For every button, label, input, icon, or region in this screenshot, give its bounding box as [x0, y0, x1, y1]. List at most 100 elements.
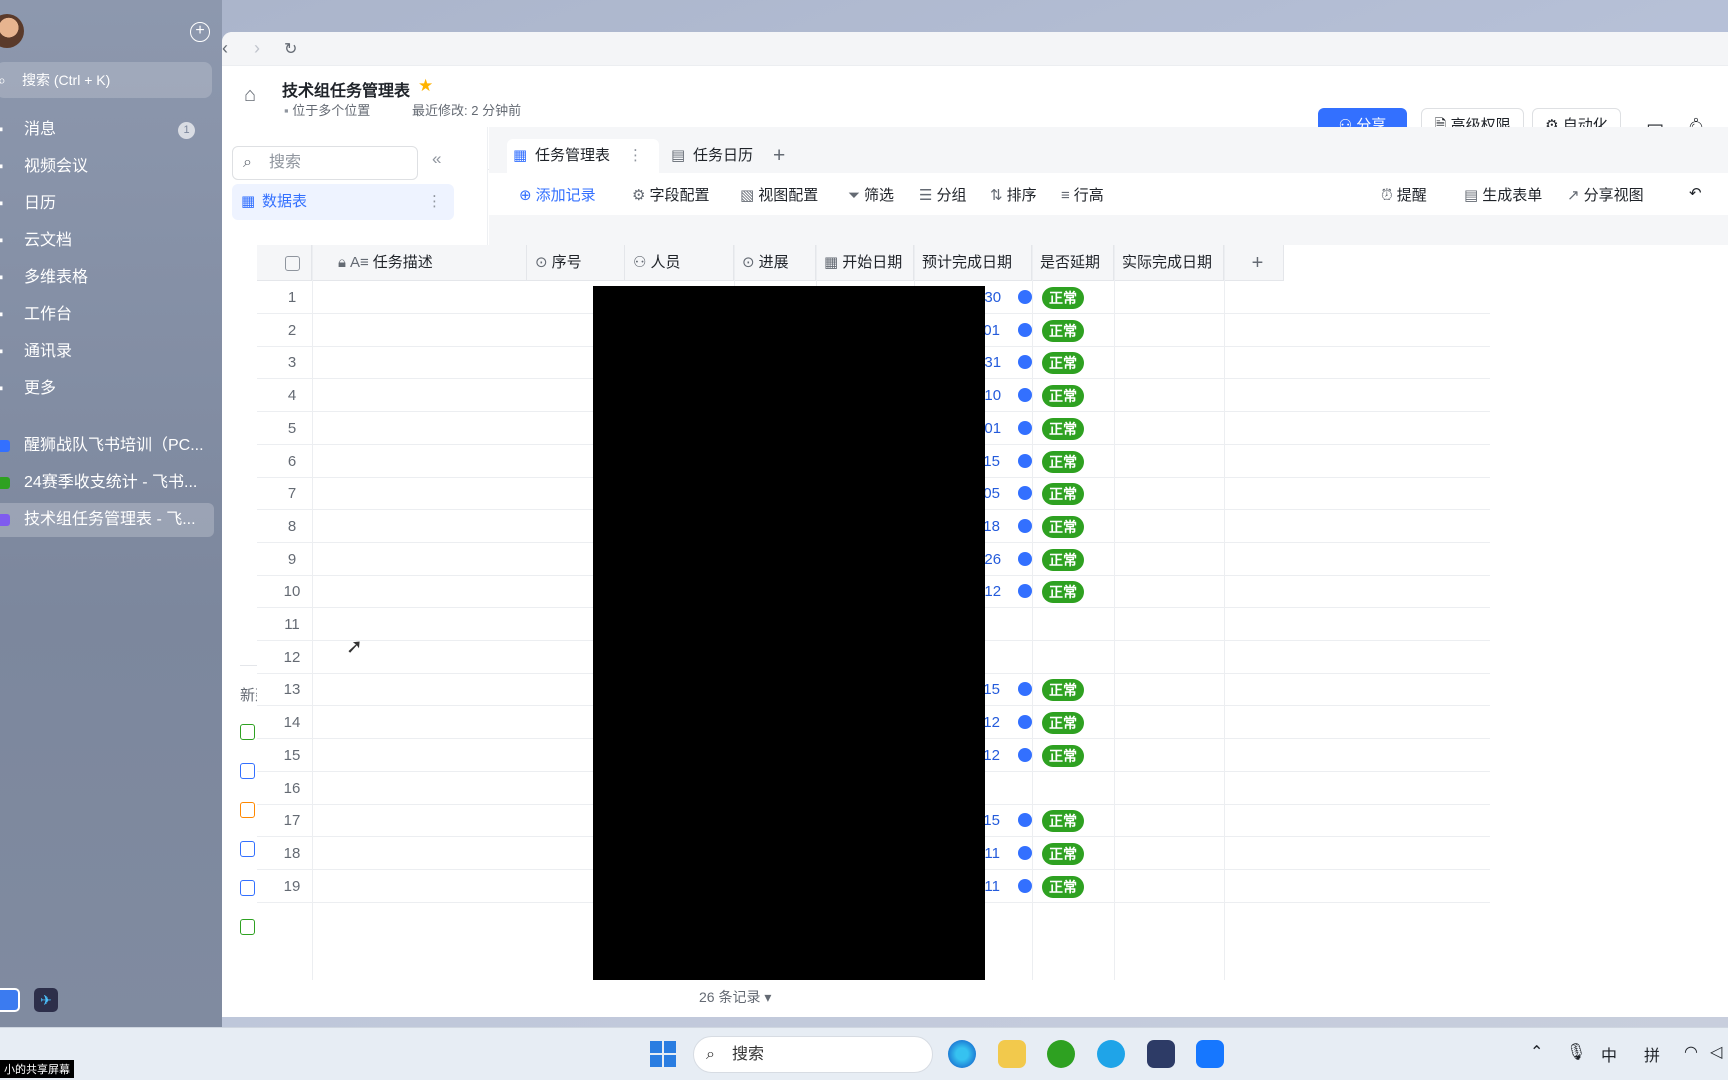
actual-date-cell[interactable] — [1114, 739, 1224, 772]
nav-item-base[interactable]: ▪ 多维表格 — [0, 261, 215, 295]
delay-status-cell[interactable]: 正常 — [1032, 281, 1112, 314]
col-header-progress[interactable]: ⊙ 进展 — [734, 245, 816, 281]
alarm-clock-icon[interactable] — [1018, 420, 1032, 435]
add-record-button[interactable]: ⊕ 添加记录 — [519, 184, 596, 205]
home-icon[interactable]: ⌂ — [244, 84, 256, 107]
sort-button[interactable]: ⇅ 排序 — [990, 184, 1037, 205]
file-explorer-icon[interactable] — [998, 1040, 1026, 1068]
star-icon[interactable]: ★ — [418, 76, 433, 96]
delay-status-cell[interactable]: 正常 — [1032, 870, 1112, 903]
panel-search-input[interactable]: ⌕ 搜索 — [232, 146, 418, 180]
alarm-clock-icon[interactable] — [1018, 878, 1032, 893]
group-button[interactable]: ☰ 分组 — [919, 184, 966, 205]
ie-browser-icon[interactable] — [1097, 1040, 1125, 1068]
tray-chevron-up-icon[interactable]: ⌃ — [1530, 1042, 1543, 1062]
microphone-icon[interactable]: 🎙︎ — [1566, 1042, 1586, 1062]
delay-status-cell[interactable]: 正常 — [1032, 314, 1112, 347]
feishu-shortcut-icon[interactable]: ✈ — [34, 988, 58, 1012]
nav-item-doc[interactable]: ▪ 云文档 — [0, 224, 215, 258]
ime-pinyin[interactable]: 拼 — [1644, 1042, 1660, 1066]
delay-status-cell[interactable]: 正常 — [1032, 706, 1112, 739]
col-header-seq[interactable]: ⊙ 序号 — [527, 245, 625, 281]
nav-item-video[interactable]: ▪ 视频会议 — [0, 150, 215, 184]
volume-icon[interactable]: ◁ — [1710, 1042, 1722, 1062]
alarm-clock-icon[interactable] — [1018, 388, 1032, 403]
actual-date-cell[interactable] — [1114, 510, 1224, 543]
refresh-icon[interactable]: ↻ — [284, 39, 297, 59]
select-all-checkbox[interactable] — [257, 245, 312, 281]
alarm-clock-icon[interactable] — [1018, 682, 1032, 697]
actual-date-cell[interactable] — [1114, 346, 1224, 379]
generate-form-button[interactable]: ▤ 生成表单 — [1464, 184, 1542, 205]
alarm-clock-icon[interactable] — [1018, 813, 1032, 828]
alarm-clock-icon[interactable] — [1018, 845, 1032, 860]
actual-date-cell[interactable] — [1114, 772, 1224, 805]
col-header-delay[interactable]: 是否延期 — [1032, 245, 1114, 281]
actual-date-cell[interactable] — [1114, 314, 1224, 347]
delay-status-cell[interactable] — [1032, 608, 1112, 641]
actual-date-cell[interactable] — [1114, 412, 1224, 445]
share-view-button[interactable]: ↗ 分享视图 — [1567, 184, 1644, 205]
actual-date-cell[interactable] — [1114, 641, 1224, 674]
add-field-icon[interactable]: + — [1224, 245, 1284, 281]
recent-doc-item[interactable]: 技术组任务管理表 - 飞... — [0, 503, 214, 537]
more-vertical-icon[interactable]: ⋮ — [427, 184, 442, 220]
doc-location[interactable]: ▪ 位于多个位置 — [284, 100, 370, 119]
delay-status-cell[interactable] — [1032, 772, 1112, 805]
nav-item-more-grid[interactable]: ▪ 更多 — [0, 372, 215, 406]
nav-item-contacts[interactable]: ▪ 通讯录 — [0, 335, 215, 369]
col-header-actual[interactable]: 实际完成日期 — [1114, 245, 1224, 281]
tab-task-table[interactable]: ▦ 任务管理表 ⋮ — [507, 139, 659, 173]
feishu-taskbar-icon[interactable] — [1147, 1040, 1175, 1068]
alarm-clock-icon[interactable] — [1018, 453, 1032, 468]
delay-status-cell[interactable]: 正常 — [1032, 804, 1112, 837]
field-config-button[interactable]: ⚙ 字段配置 — [632, 184, 709, 205]
wifi-icon[interactable]: ◠ — [1684, 1042, 1698, 1062]
back-icon[interactable]: ‹ — [222, 38, 228, 59]
delay-status-cell[interactable]: 正常 — [1032, 412, 1112, 445]
alarm-clock-icon[interactable] — [1018, 715, 1032, 730]
nav-item-message[interactable]: ▪ 消息 1 — [0, 113, 215, 147]
app-search-box[interactable]: ⌕ 搜索 (Ctrl + K) — [0, 62, 212, 98]
col-header-start[interactable]: ▦ 开始日期 — [816, 245, 914, 281]
alarm-clock-icon[interactable] — [1018, 290, 1032, 304]
actual-date-cell[interactable] — [1114, 804, 1224, 837]
doc-title[interactable]: 技术组任务管理表 — [282, 77, 410, 101]
actual-date-cell[interactable] — [1114, 575, 1224, 608]
tab-task-calendar[interactable]: ▤ 任务日历 — [665, 139, 753, 173]
row-height-button[interactable]: ≡ 行高 — [1061, 184, 1104, 205]
alarm-clock-icon[interactable] — [1018, 355, 1032, 370]
windows-start-icon[interactable] — [650, 1041, 676, 1067]
create-plus-icon[interactable]: + — [190, 22, 210, 42]
actual-date-cell[interactable] — [1114, 543, 1224, 576]
delay-status-cell[interactable]: 正常 — [1032, 543, 1112, 576]
alarm-clock-icon[interactable] — [1018, 518, 1032, 533]
recent-doc-item[interactable]: 醒狮战队飞书培训（PC... — [0, 429, 214, 463]
actual-date-cell[interactable] — [1114, 870, 1224, 903]
delay-status-cell[interactable]: 正常 — [1032, 379, 1112, 412]
delay-status-cell[interactable]: 正常 — [1032, 346, 1112, 379]
remind-button[interactable]: ⏰︎ 提醒 — [1381, 184, 1427, 205]
recent-doc-item[interactable]: 24赛季收支统计 - 飞书... — [0, 466, 214, 500]
delay-status-cell[interactable]: 正常 — [1032, 837, 1112, 870]
ime-chinese[interactable]: 中 — [1601, 1042, 1617, 1066]
actual-date-cell[interactable] — [1114, 706, 1224, 739]
actual-date-cell[interactable] — [1114, 608, 1224, 641]
alarm-clock-icon[interactable] — [1018, 322, 1032, 337]
collapse-panel-icon[interactable]: « — [432, 149, 441, 169]
alarm-clock-icon[interactable] — [1018, 551, 1032, 566]
wechat-icon[interactable] — [1047, 1040, 1075, 1068]
user-avatar[interactable] — [0, 14, 24, 48]
actual-date-cell[interactable] — [1114, 673, 1224, 706]
delay-status-cell[interactable]: 正常 — [1032, 445, 1112, 478]
app-shortcut-icon[interactable] — [0, 988, 20, 1012]
messenger-icon[interactable] — [1196, 1040, 1224, 1068]
delay-status-cell[interactable]: 正常 — [1032, 575, 1112, 608]
delay-status-cell[interactable]: 正常 — [1032, 477, 1112, 510]
record-count[interactable]: 26 条记录 ▾ — [699, 987, 771, 1007]
filter-button[interactable]: ⏷ 筛选 — [848, 184, 894, 205]
add-view-icon[interactable]: + — [773, 139, 785, 173]
alarm-clock-icon[interactable] — [1018, 486, 1032, 501]
alarm-clock-icon[interactable] — [1018, 747, 1032, 762]
delay-status-cell[interactable]: 正常 — [1032, 739, 1112, 772]
